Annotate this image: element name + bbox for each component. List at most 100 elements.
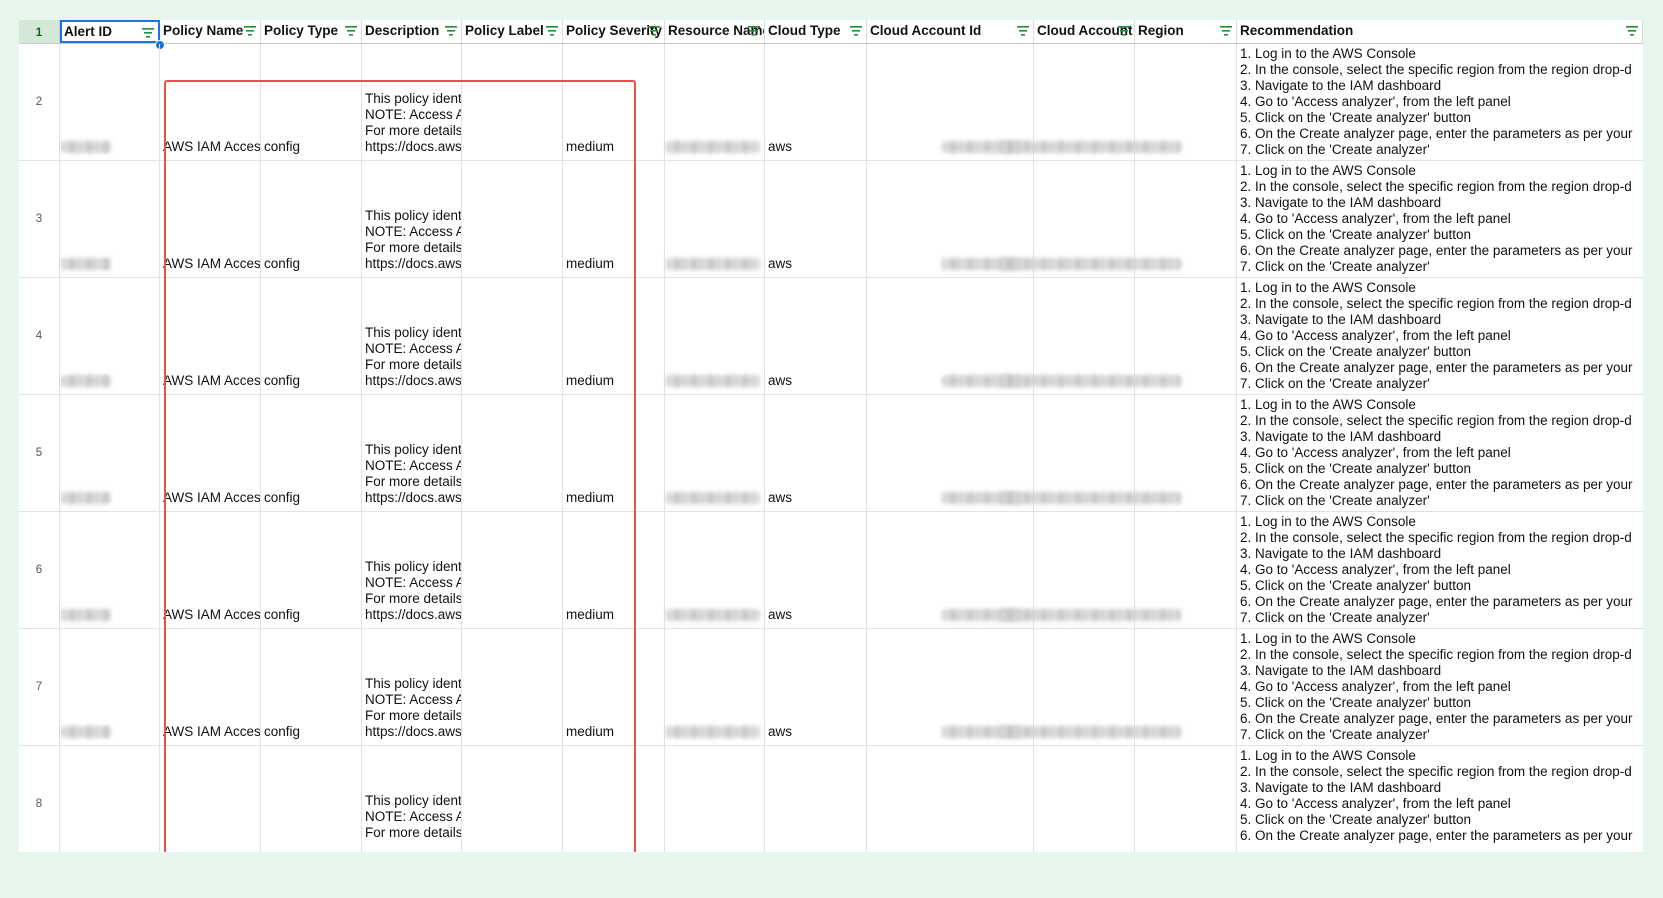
cell-description[interactable]: This policy identifies AWS regions NOTE:… <box>365 793 461 841</box>
column-header-resource-name[interactable]: Resource Name <box>665 20 765 43</box>
column-header-cloud-account-name[interactable]: Cloud Account Name <box>1034 20 1135 43</box>
filter-icon[interactable] <box>648 26 660 36</box>
cell-recommendation[interactable]: 1. Log in to the AWS Console 2. In the c… <box>1240 514 1642 626</box>
cell-alert-id-redacted[interactable] <box>61 258 111 270</box>
cell-cloud-type[interactable]: aws <box>768 607 866 623</box>
filter-icon[interactable] <box>345 26 357 36</box>
cell-alert-id-redacted[interactable] <box>61 375 111 387</box>
table-row[interactable]: 5 AWS IAM AccesconfigThis policy identifi… <box>19 395 1643 512</box>
cell-cloud-account-name-redacted[interactable] <box>999 375 1181 387</box>
cell-cloud-type[interactable]: aws <box>768 373 866 389</box>
column-divider <box>562 512 563 628</box>
cell-resource-name-redacted[interactable] <box>666 141 760 153</box>
cell-resource-name-redacted[interactable] <box>666 375 760 387</box>
cell-alert-id-redacted[interactable] <box>61 492 111 504</box>
cell-policy-severity[interactable]: medium <box>566 373 664 389</box>
cell-cloud-account-name-redacted[interactable] <box>999 141 1181 153</box>
cell-description[interactable]: This policy identifies AWS regions NOTE:… <box>365 325 461 389</box>
row-number[interactable]: 2 <box>19 44 60 160</box>
cell-description[interactable]: This policy identifies AWS regions NOTE:… <box>365 676 461 740</box>
filter-icon[interactable] <box>748 26 760 36</box>
cell-resource-name-redacted[interactable] <box>666 258 760 270</box>
row-number-header[interactable]: 1 <box>19 20 60 43</box>
table-row[interactable]: 8 This policy identifies AWS regions NOTE… <box>19 746 1643 852</box>
cell-recommendation[interactable]: 1. Log in to the AWS Console 2. In the c… <box>1240 748 1642 844</box>
cell-policy-severity[interactable]: medium <box>566 139 664 155</box>
column-header-region[interactable]: Region <box>1135 20 1237 43</box>
filter-icon[interactable] <box>1017 26 1029 36</box>
cell-policy-severity[interactable]: medium <box>566 256 664 272</box>
row-number[interactable]: 6 <box>19 512 60 628</box>
cell-description[interactable]: This policy identifies AWS regions NOTE:… <box>365 559 461 623</box>
filter-icon[interactable] <box>850 26 862 36</box>
table-row[interactable]: 3 AWS IAM AccesconfigThis policy identifi… <box>19 161 1643 278</box>
column-divider <box>159 161 160 277</box>
cell-policy-type[interactable]: config <box>264 256 361 272</box>
cell-resource-name-redacted[interactable] <box>666 492 760 504</box>
filter-icon[interactable] <box>142 28 154 38</box>
cell-policy-name[interactable]: AWS IAM Acces <box>163 139 260 155</box>
table-row[interactable]: 6 AWS IAM AccesconfigThis policy identifi… <box>19 512 1643 629</box>
cell-resource-name-redacted[interactable] <box>666 609 760 621</box>
cell-cloud-account-name-redacted[interactable] <box>999 726 1181 738</box>
row-number[interactable]: 8 <box>19 746 60 852</box>
column-divider <box>159 512 160 628</box>
cell-policy-severity[interactable]: medium <box>566 607 664 623</box>
cell-policy-name[interactable]: AWS IAM Acces <box>163 724 260 740</box>
table-row[interactable]: 2 AWS IAM AccesconfigThis policy identifi… <box>19 44 1643 161</box>
cell-policy-type[interactable]: config <box>264 373 361 389</box>
cell-cloud-type[interactable]: aws <box>768 256 866 272</box>
cell-description[interactable]: This policy identifies AWS regions NOTE:… <box>365 91 461 155</box>
row-number[interactable]: 5 <box>19 395 60 511</box>
column-header-cloud-account-id[interactable]: Cloud Account Id <box>867 20 1034 43</box>
column-header-cloud-type[interactable]: Cloud Type <box>765 20 867 43</box>
cell-cloud-type[interactable]: aws <box>768 139 866 155</box>
cell-alert-id-redacted[interactable] <box>61 141 111 153</box>
row-number[interactable]: 4 <box>19 278 60 394</box>
filter-icon[interactable] <box>445 26 457 36</box>
cell-cloud-account-name-redacted[interactable] <box>999 258 1181 270</box>
cell-recommendation[interactable]: 1. Log in to the AWS Console 2. In the c… <box>1240 163 1642 275</box>
cell-policy-name[interactable]: AWS IAM Acces <box>163 490 260 506</box>
cell-policy-name[interactable]: AWS IAM Acces <box>163 256 260 272</box>
row-number[interactable]: 3 <box>19 161 60 277</box>
column-header-policy-type[interactable]: Policy Type <box>261 20 362 43</box>
column-divider <box>866 629 867 745</box>
cell-recommendation[interactable]: 1. Log in to the AWS Console 2. In the c… <box>1240 397 1642 509</box>
cell-policy-type[interactable]: config <box>264 139 361 155</box>
cell-policy-severity[interactable]: medium <box>566 490 664 506</box>
filter-icon[interactable] <box>1626 26 1638 36</box>
filter-icon[interactable] <box>1118 26 1130 36</box>
table-row[interactable]: 7 AWS IAM AccesconfigThis policy identifi… <box>19 629 1643 746</box>
column-header-policy-name[interactable]: Policy Name <box>160 20 261 43</box>
cell-cloud-account-name-redacted[interactable] <box>999 492 1181 504</box>
cell-recommendation[interactable]: 1. Log in to the AWS Console 2. In the c… <box>1240 631 1642 743</box>
cell-policy-name[interactable]: AWS IAM Acces <box>163 373 260 389</box>
cell-recommendation[interactable]: 1. Log in to the AWS Console 2. In the c… <box>1240 280 1642 392</box>
cell-policy-name[interactable]: AWS IAM Acces <box>163 607 260 623</box>
cell-description[interactable]: This policy identifies AWS regions NOTE:… <box>365 442 461 506</box>
cell-description[interactable]: This policy identifies AWS regions NOTE:… <box>365 208 461 272</box>
row-number[interactable]: 7 <box>19 629 60 745</box>
cell-cloud-account-name-redacted[interactable] <box>999 609 1181 621</box>
cell-recommendation[interactable]: 1. Log in to the AWS Console 2. In the c… <box>1240 46 1642 158</box>
cell-alert-id-redacted[interactable] <box>61 726 111 738</box>
cell-policy-type[interactable]: config <box>264 607 361 623</box>
cell-policy-severity[interactable]: medium <box>566 724 664 740</box>
column-header-description[interactable]: Description <box>362 20 462 43</box>
column-header-policy-label[interactable]: Policy Label <box>462 20 563 43</box>
cell-cloud-type[interactable]: aws <box>768 490 866 506</box>
table-row[interactable]: 4 AWS IAM AccesconfigThis policy identifi… <box>19 278 1643 395</box>
filter-icon[interactable] <box>546 26 558 36</box>
column-header-policy-severity[interactable]: Policy Severity <box>563 20 665 43</box>
filter-icon[interactable] <box>244 26 256 36</box>
filter-icon[interactable] <box>1220 26 1232 36</box>
cell-resource-name-redacted[interactable] <box>666 726 760 738</box>
cell-policy-type[interactable]: config <box>264 724 361 740</box>
cell-cloud-type[interactable]: aws <box>768 724 866 740</box>
column-divider <box>664 512 665 628</box>
column-header-alert-id[interactable]: Alert ID <box>60 20 160 43</box>
cell-policy-type[interactable]: config <box>264 490 361 506</box>
column-header-recommendation[interactable]: Recommendation <box>1237 20 1643 43</box>
cell-alert-id-redacted[interactable] <box>61 609 111 621</box>
